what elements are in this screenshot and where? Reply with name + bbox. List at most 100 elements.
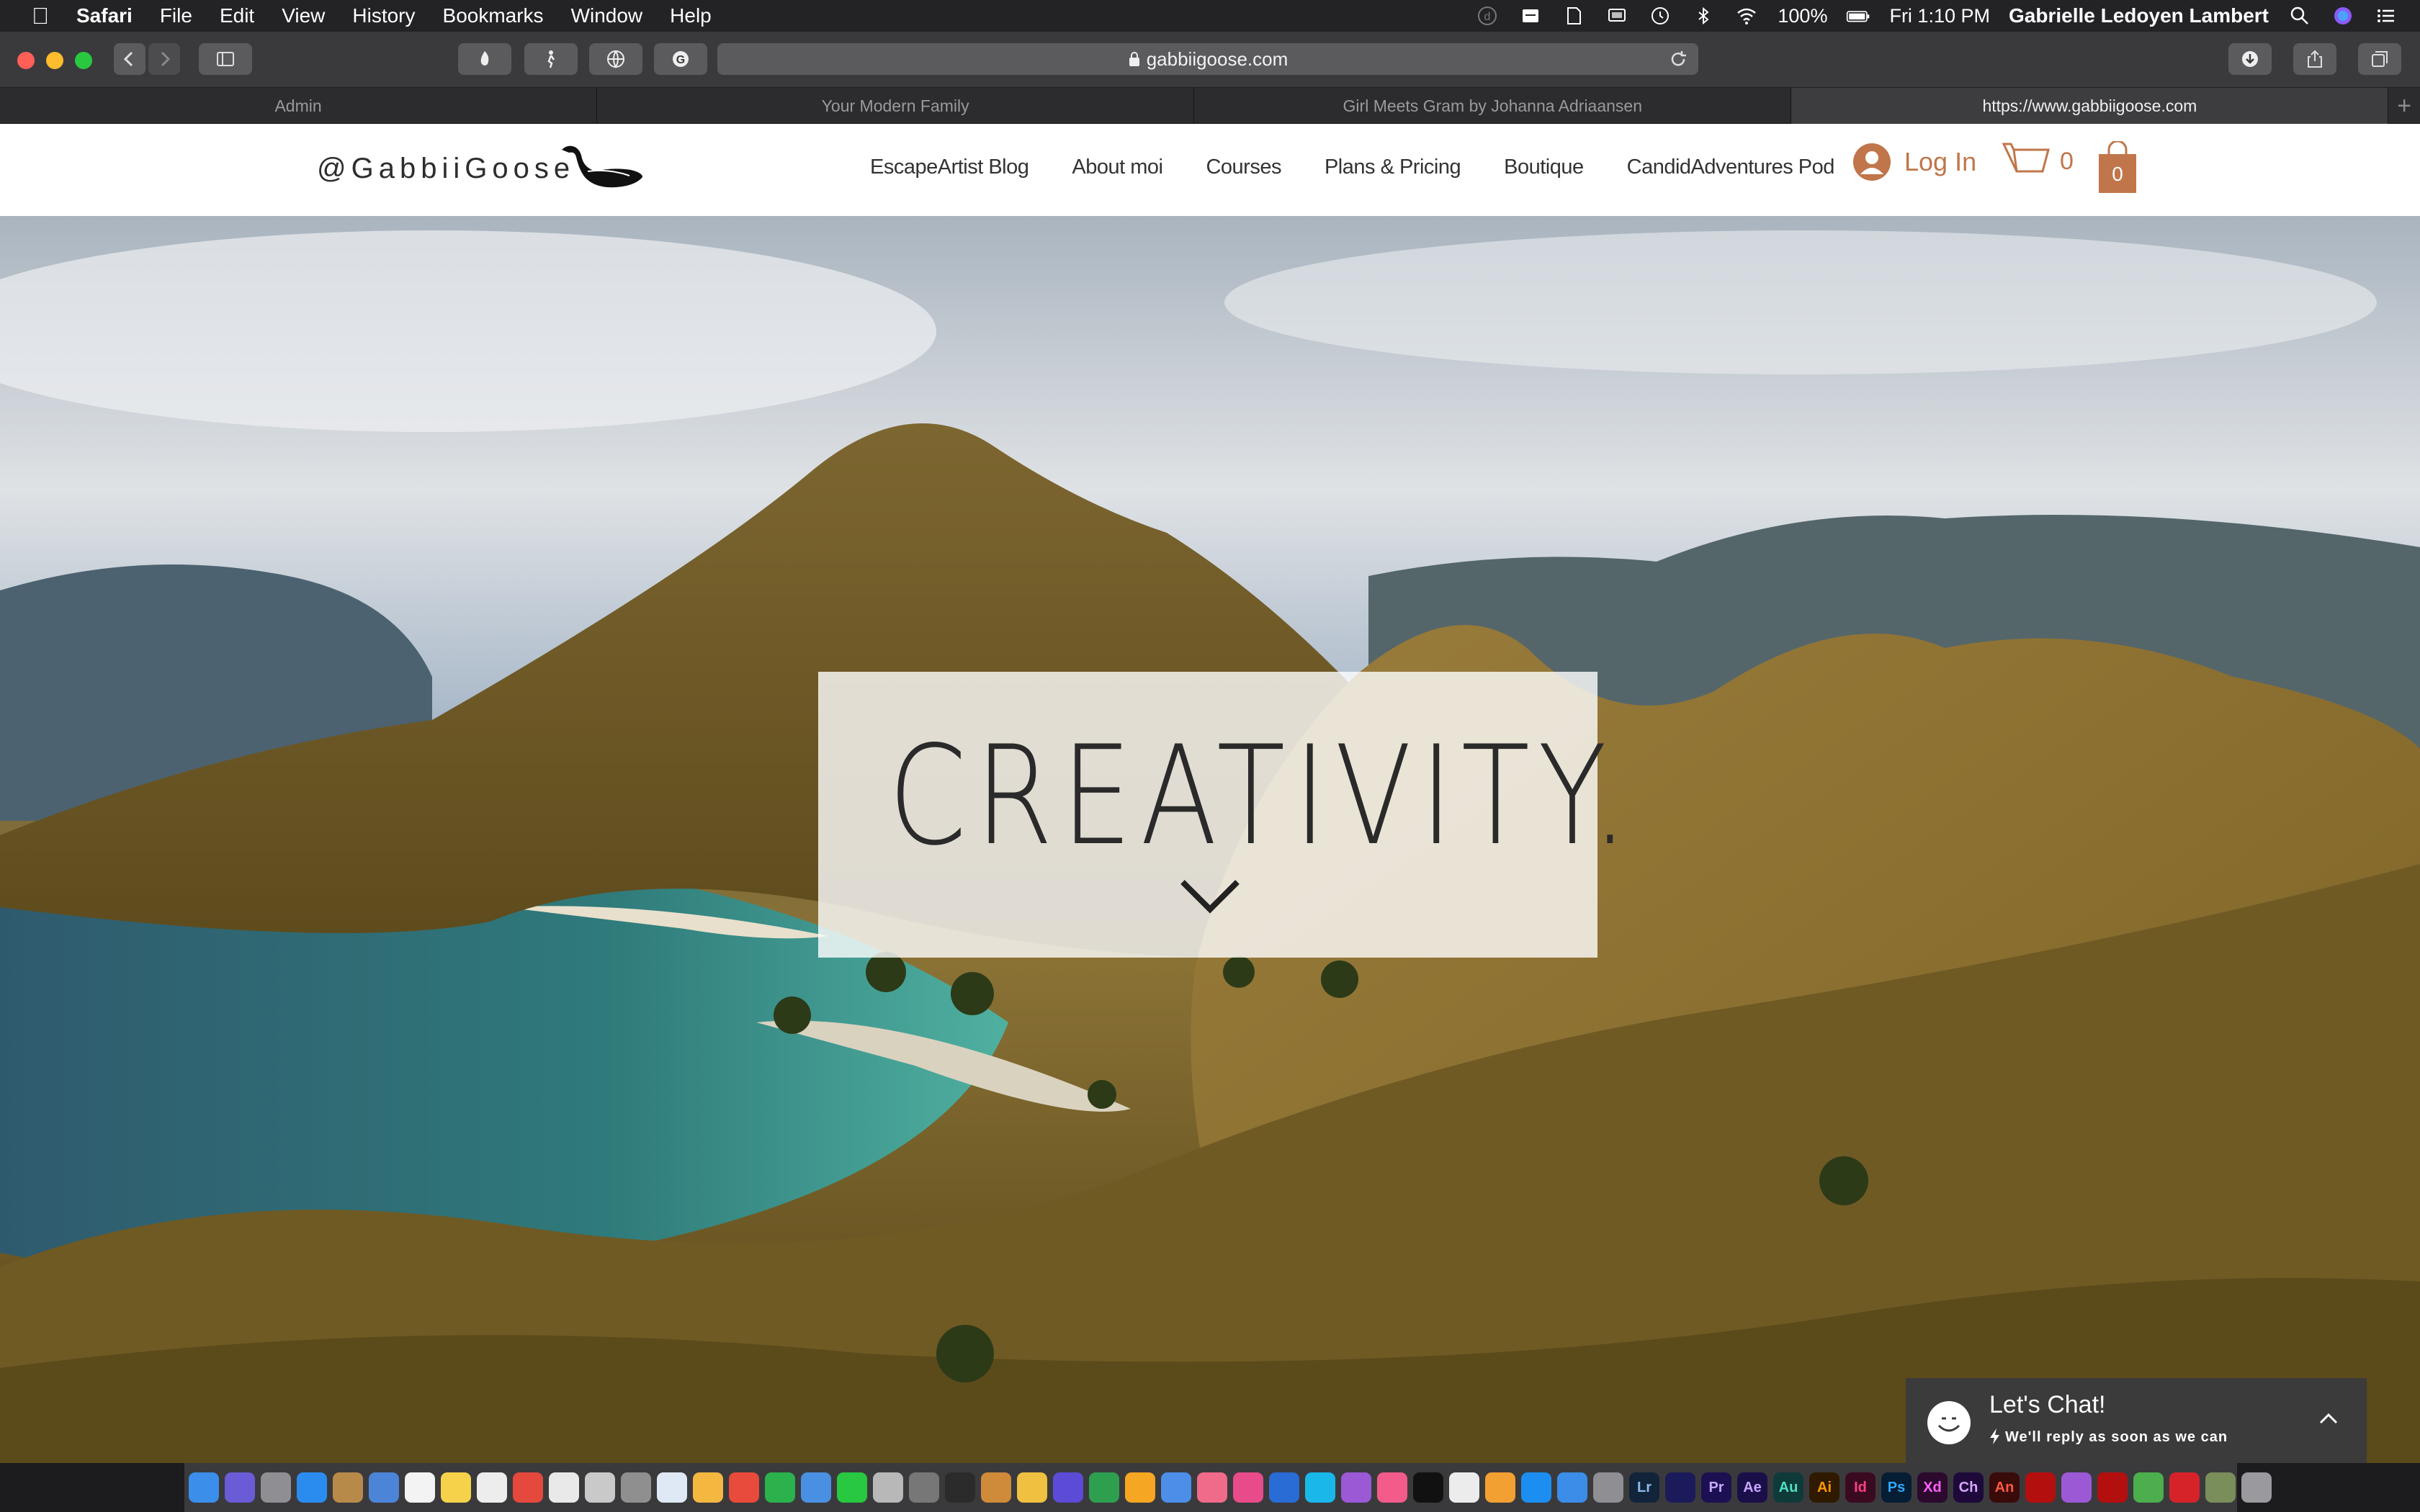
reminders-icon[interactable]	[477, 1472, 507, 1503]
goose-logo-icon[interactable]	[559, 140, 644, 194]
whatsapp-icon[interactable]	[765, 1472, 795, 1503]
notification-center-icon[interactable]	[2374, 5, 2398, 27]
star-app-icon[interactable]	[1053, 1472, 1083, 1503]
acrobat-icon[interactable]	[2025, 1472, 2056, 1503]
contacts-icon[interactable]	[621, 1472, 651, 1503]
menu-edit[interactable]: Edit	[220, 4, 254, 27]
reload-icon[interactable]	[1668, 49, 1688, 69]
finder-icon[interactable]	[189, 1472, 219, 1503]
tab-your-modern-family[interactable]: Your Modern Family	[597, 88, 1195, 124]
archive-icon[interactable]	[873, 1472, 903, 1503]
file-icon[interactable]	[1561, 5, 1586, 27]
photos-icon[interactable]	[693, 1472, 723, 1503]
cart-button[interactable]: 0	[2002, 140, 2074, 183]
animate-icon[interactable]: An	[1989, 1472, 2020, 1503]
extension-flame-button[interactable]	[458, 43, 511, 75]
music-icon[interactable]	[1377, 1472, 1407, 1503]
cloud-drive-icon[interactable]	[1518, 5, 1543, 27]
spotlight-search-icon[interactable]	[2287, 5, 2312, 27]
siri-icon[interactable]	[2331, 5, 2355, 27]
show-all-tabs-button[interactable]	[2358, 43, 2401, 75]
minimize-window-button[interactable]	[46, 52, 63, 69]
tab-admin[interactable]: Admin	[0, 88, 598, 124]
xcode-icon[interactable]	[1557, 1472, 1587, 1503]
lightroom-icon[interactable]: Lr	[1629, 1472, 1659, 1503]
share-button[interactable]	[2293, 43, 2336, 75]
time-machine-icon[interactable]	[1648, 5, 1672, 27]
new-tab-button[interactable]: +	[2388, 88, 2420, 124]
nav-about-moi[interactable]: About moi	[1072, 156, 1163, 184]
textedit-icon[interactable]	[585, 1472, 615, 1503]
messenger-icon[interactable]	[801, 1472, 831, 1503]
menu-view[interactable]: View	[282, 4, 325, 27]
menu-file[interactable]: File	[160, 4, 192, 27]
after-effects-icon[interactable]: Ae	[1737, 1472, 1767, 1503]
zoom-window-button[interactable]	[75, 52, 92, 69]
siri-dock-icon[interactable]	[225, 1472, 255, 1503]
nav-escapeartist-blog[interactable]: EscapeArtist Blog	[870, 156, 1029, 184]
sidebar-toggle-button[interactable]	[199, 43, 252, 75]
close-window-button[interactable]	[17, 52, 35, 69]
launchpad-icon[interactable]	[261, 1472, 291, 1503]
tab-girl-meets-gram[interactable]: Girl Meets Gram by Johanna Adriaansen	[1194, 88, 1792, 124]
photoshop-icon[interactable]: Ps	[1881, 1472, 1912, 1503]
audition-icon[interactable]: Au	[1773, 1472, 1803, 1503]
extension-walker-button[interactable]	[524, 43, 578, 75]
site-brand[interactable]: @GabbiiGoose	[317, 153, 575, 185]
purple-app-icon[interactable]	[2061, 1472, 2092, 1503]
android-file-transfer-icon[interactable]	[2133, 1472, 2164, 1503]
books-icon[interactable]	[1485, 1472, 1515, 1503]
acrobat-reader-icon[interactable]	[2097, 1472, 2128, 1503]
extension-globe-button[interactable]	[589, 43, 642, 75]
chevron-up-icon[interactable]	[2316, 1407, 2341, 1431]
address-bar[interactable]: gabbiigoose.com	[717, 43, 1698, 75]
magenta-app-icon[interactable]	[1233, 1472, 1263, 1503]
forward-button[interactable]	[148, 43, 180, 75]
illustrator-icon[interactable]: Ai	[1809, 1472, 1839, 1503]
hammer-tool-icon[interactable]	[981, 1472, 1011, 1503]
maps-icon[interactable]	[657, 1472, 687, 1503]
url-text[interactable]: gabbiigoose.com	[1147, 48, 1289, 71]
notes-app-icon[interactable]	[333, 1472, 363, 1503]
character-animator-icon[interactable]: Ch	[1953, 1472, 1984, 1503]
indesign-icon[interactable]: Id	[1845, 1472, 1876, 1503]
shopping-bag-button[interactable]: 0	[2097, 141, 2138, 194]
calendar-icon[interactable]	[405, 1472, 435, 1503]
notes-book-icon[interactable]	[909, 1472, 939, 1503]
apple-menu-icon[interactable]: 	[26, 3, 55, 30]
numbers-icon[interactable]	[1089, 1472, 1119, 1503]
pen-tool-icon[interactable]	[1017, 1472, 1047, 1503]
back-button[interactable]	[114, 43, 145, 75]
clock[interactable]: Fri 1:10 PM	[1889, 5, 1990, 27]
menu-bookmarks[interactable]: Bookmarks	[443, 4, 544, 27]
menu-history[interactable]: History	[352, 4, 415, 27]
nav-plans-pricing[interactable]: Plans & Pricing	[1325, 156, 1461, 184]
menu-help[interactable]: Help	[670, 4, 712, 27]
nav-courses[interactable]: Courses	[1206, 156, 1281, 184]
vimeo-icon[interactable]	[1305, 1472, 1335, 1503]
extension-grammarly-button[interactable]: G	[654, 43, 707, 75]
bluetooth-icon[interactable]	[1691, 5, 1716, 27]
premiere-icon[interactable]: Pr	[1701, 1472, 1731, 1503]
preview-icon[interactable]	[369, 1472, 399, 1503]
app-store-icon[interactable]	[1521, 1472, 1551, 1503]
safari-icon[interactable]	[297, 1472, 327, 1503]
system-preferences-icon[interactable]	[1593, 1472, 1623, 1503]
pink-app-icon[interactable]	[1197, 1472, 1227, 1503]
tab-gabbiigoose[interactable]: https://www.gabbiigoose.com	[1791, 88, 2389, 124]
dictionary-icon[interactable]	[549, 1472, 579, 1503]
pages-icon[interactable]	[1125, 1472, 1155, 1503]
apple-tv-icon[interactable]	[1413, 1472, 1443, 1503]
status-d-icon[interactable]: d	[1475, 5, 1500, 27]
creative-cloud-icon[interactable]	[2169, 1472, 2200, 1503]
podcasts-icon[interactable]	[1341, 1472, 1371, 1503]
chevron-down-icon[interactable]	[1175, 873, 1245, 917]
media-encoder-icon[interactable]	[1665, 1472, 1695, 1503]
image-capture-icon[interactable]	[2205, 1472, 2236, 1503]
wifi-icon[interactable]	[1734, 5, 1759, 27]
login-button[interactable]: Log In	[1852, 143, 1976, 181]
keynote-remote-icon[interactable]	[945, 1472, 975, 1503]
user-name[interactable]: Gabrielle Ledoyen Lambert	[2009, 4, 2269, 27]
nav-candidadventures-pod[interactable]: CandidAdventures Pod	[1627, 156, 1835, 184]
xd-icon[interactable]: Xd	[1917, 1472, 1948, 1503]
